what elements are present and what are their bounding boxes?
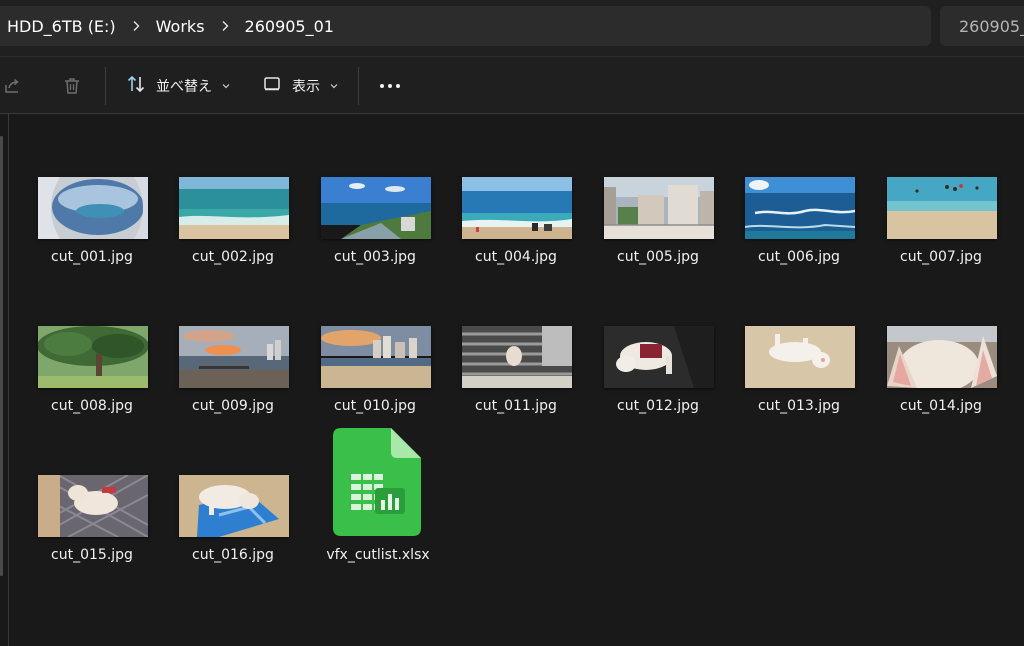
chevron-down-icon	[221, 81, 231, 91]
scrollbar[interactable]	[0, 136, 3, 576]
file-name: cut_008.jpg	[51, 398, 133, 414]
file-item[interactable]: cut_007.jpg	[870, 177, 1012, 317]
toolbar-divider	[105, 67, 106, 105]
file-item[interactable]: cut_006.jpg	[728, 177, 870, 317]
file-item[interactable]: vfx_cutlist.xlsx	[307, 428, 449, 568]
file-name: cut_007.jpg	[900, 249, 982, 265]
file-item[interactable]: cut_009.jpg	[162, 326, 304, 466]
file-name: cut_009.jpg	[192, 398, 274, 414]
thumbnail-image	[462, 326, 572, 388]
breadcrumb-item-works[interactable]: Works	[150, 17, 211, 36]
sort-icon	[126, 74, 146, 98]
thumbnail-image	[38, 326, 148, 388]
breadcrumb-item-drive[interactable]: HDD_6TB (E:)	[0, 17, 122, 36]
file-name: cut_010.jpg	[334, 398, 416, 414]
thumbnail-image	[179, 177, 289, 239]
file-item[interactable]: cut_008.jpg	[21, 326, 163, 466]
file-name: cut_014.jpg	[900, 398, 982, 414]
thumbnail-image	[179, 475, 289, 537]
thumbnail-image	[887, 326, 997, 388]
thumbnail-image	[745, 326, 855, 388]
file-item[interactable]: cut_014.jpg	[870, 326, 1012, 466]
file-name: cut_005.jpg	[617, 249, 699, 265]
thumbnail-image	[321, 177, 431, 239]
file-item[interactable]: cut_015.jpg	[21, 475, 163, 615]
view-icon	[262, 74, 282, 98]
file-item[interactable]: cut_016.jpg	[162, 475, 304, 615]
thumbnail-image	[38, 475, 148, 537]
file-name: cut_002.jpg	[192, 249, 274, 265]
view-button[interactable]: 表示	[262, 69, 339, 103]
thumbnail-image	[604, 177, 714, 239]
file-item[interactable]: cut_004.jpg	[445, 177, 587, 317]
breadcrumb-item-current-folder[interactable]: 260905_01	[239, 17, 340, 36]
spreadsheet-file-icon	[333, 428, 423, 538]
thumbnail-image	[604, 326, 714, 388]
file-name: cut_016.jpg	[192, 547, 274, 563]
view-label: 表示	[292, 79, 320, 95]
sort-label: 並べ替え	[156, 79, 212, 95]
chevron-right-icon[interactable]	[122, 20, 150, 32]
file-name: cut_001.jpg	[51, 249, 133, 265]
share-icon[interactable]	[1, 74, 25, 98]
file-explorer-window: HDD_6TB (E:) Works 260905_01 260905_01	[0, 0, 1024, 646]
file-name: cut_004.jpg	[475, 249, 557, 265]
file-item[interactable]: cut_013.jpg	[728, 326, 870, 466]
navigation-pane-edge	[0, 114, 9, 646]
thumbnail-image	[462, 177, 572, 239]
sort-button[interactable]: 並べ替え	[126, 69, 231, 103]
command-bar: 並べ替え 表示	[0, 56, 1024, 114]
breadcrumb[interactable]: HDD_6TB (E:) Works 260905_01	[0, 6, 931, 46]
address-bar-area: HDD_6TB (E:) Works 260905_01 260905_01	[0, 0, 1024, 56]
search-input[interactable]: 260905_01	[940, 6, 1024, 46]
chevron-right-icon[interactable]	[211, 20, 239, 32]
thumbnail-image	[179, 326, 289, 388]
file-item[interactable]: cut_011.jpg	[445, 326, 587, 466]
file-name: cut_006.jpg	[758, 249, 840, 265]
file-item[interactable]: cut_012.jpg	[587, 326, 729, 466]
file-item[interactable]: cut_005.jpg	[587, 177, 729, 317]
file-item[interactable]: cut_002.jpg	[162, 177, 304, 317]
thumbnail-image	[38, 177, 148, 239]
file-item[interactable]: cut_001.jpg	[21, 177, 163, 317]
thumbnail-image	[745, 177, 855, 239]
file-name: cut_015.jpg	[51, 547, 133, 563]
file-name: cut_013.jpg	[758, 398, 840, 414]
more-icon[interactable]	[378, 74, 402, 98]
file-item[interactable]: cut_003.jpg	[304, 177, 446, 317]
file-name: cut_012.jpg	[617, 398, 699, 414]
file-name: vfx_cutlist.xlsx	[326, 547, 430, 563]
thumbnail-image	[887, 177, 997, 239]
file-name: cut_011.jpg	[475, 398, 557, 414]
file-name: cut_003.jpg	[334, 249, 416, 265]
thumbnail-image	[321, 326, 431, 388]
chevron-down-icon	[329, 81, 339, 91]
delete-icon[interactable]	[60, 74, 84, 98]
toolbar-divider	[358, 67, 359, 105]
